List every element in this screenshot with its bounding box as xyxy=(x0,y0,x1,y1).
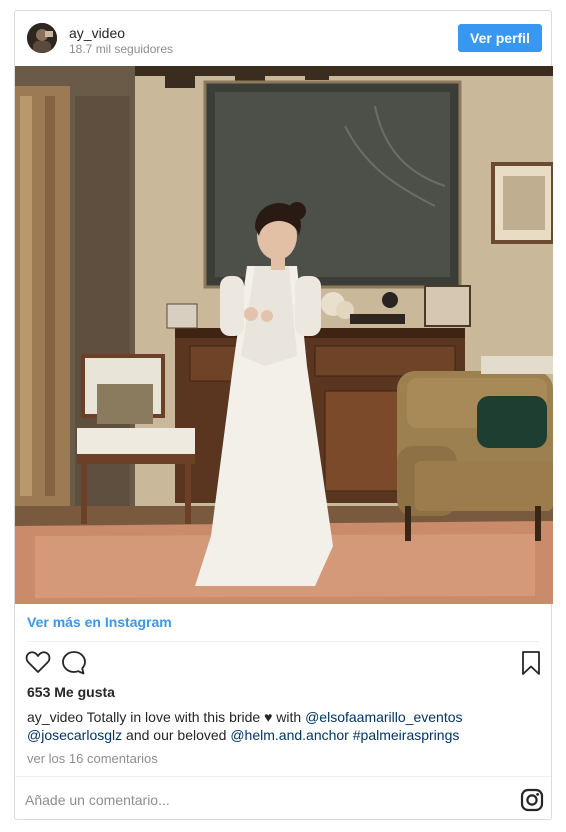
caption-text: and our beloved xyxy=(122,727,231,743)
view-profile-button[interactable]: Ver perfil xyxy=(458,24,542,52)
post-caption: ay_video Totally in love with this bride… xyxy=(27,708,527,744)
comment-input[interactable] xyxy=(25,790,465,810)
avatar[interactable] xyxy=(27,23,57,53)
mention-link[interactable]: @elsofaamarillo_eventos xyxy=(305,709,462,725)
divider xyxy=(27,641,539,642)
likes-count[interactable]: 653 Me gusta xyxy=(27,684,115,700)
hashtag-link[interactable]: #palmeirasprings xyxy=(353,727,460,743)
instagram-logo-icon[interactable] xyxy=(520,788,544,817)
mention-link[interactable]: @josecarlosglz xyxy=(27,727,122,743)
instagram-embed-card: ay_video 18.7 mil seguidores Ver perfil xyxy=(14,10,553,820)
view-more-instagram-link[interactable]: Ver más en Instagram xyxy=(27,614,172,630)
caption-author[interactable]: ay_video xyxy=(27,709,83,725)
view-comments-link[interactable]: ver los 16 comentarios xyxy=(27,751,158,766)
speech-bubble-icon[interactable] xyxy=(61,650,87,681)
post-header: ay_video 18.7 mil seguidores Ver perfil xyxy=(15,11,551,66)
post-image[interactable] xyxy=(15,66,553,604)
heart-outline-icon[interactable] xyxy=(25,650,51,679)
username[interactable]: ay_video xyxy=(69,25,125,41)
bookmark-icon[interactable] xyxy=(521,650,541,681)
follower-count: 18.7 mil seguidores xyxy=(69,42,174,56)
caption-text: Totally in love with this bride ♥ with xyxy=(83,709,306,725)
divider xyxy=(15,776,551,777)
mention-link[interactable]: @helm.and.anchor xyxy=(230,727,349,743)
